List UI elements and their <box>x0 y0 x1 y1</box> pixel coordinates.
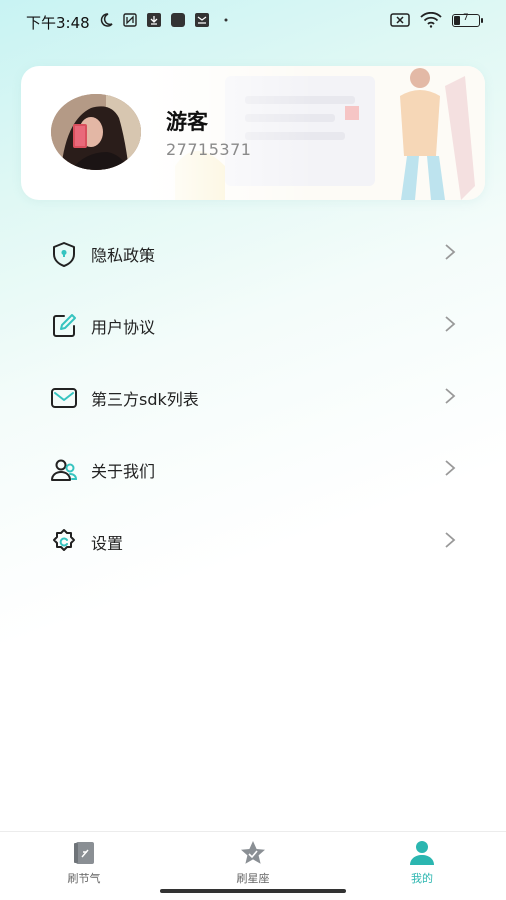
menu-label: 设置 <box>91 534 124 553</box>
nfc-icon <box>123 13 137 27</box>
tab-label: 刷星座 <box>236 872 270 885</box>
sim-off-icon <box>390 13 410 27</box>
menu-item-user-agreement[interactable]: 用户协议 <box>0 288 506 360</box>
edit-icon <box>53 314 76 337</box>
envelope-icon <box>51 388 77 408</box>
star-icon <box>241 841 265 864</box>
tab-mine[interactable]: 我的 <box>372 840 472 886</box>
home-indicator[interactable] <box>160 889 346 893</box>
moon-icon <box>100 13 113 27</box>
menu-label: 关于我们 <box>91 462 156 481</box>
tab-solar-terms[interactable]: 刷节气 <box>34 840 134 886</box>
wifi-icon <box>420 12 442 28</box>
username: 游客 <box>166 110 208 134</box>
download-icon <box>147 13 161 27</box>
shield-icon <box>53 242 75 267</box>
chevron-right-icon <box>445 532 456 548</box>
chevron-right-icon <box>445 388 456 404</box>
tab-constellation[interactable]: 刷星座 <box>203 840 303 886</box>
dot-icon <box>224 18 228 22</box>
chevron-right-icon <box>445 244 456 260</box>
menu-label: 第三方sdk列表 <box>91 390 199 409</box>
book-icon <box>74 842 94 864</box>
battery-icon: 7 <box>452 12 483 27</box>
chevron-right-icon <box>445 460 456 476</box>
person-icon <box>410 841 434 865</box>
status-time: 下午3:48 <box>26 14 90 32</box>
menu-label: 隐私政策 <box>91 246 156 265</box>
bottom-tab-bar: 刷节气 刷星座 我的 <box>0 831 506 900</box>
profile-card[interactable]: 游客 27715371 <box>21 66 485 200</box>
menu-item-about-us[interactable]: 关于我们 <box>0 432 506 504</box>
settings-icon <box>53 529 75 551</box>
app-icon <box>171 13 185 27</box>
battery-fill <box>454 15 460 25</box>
status-icons-right: 7 <box>390 12 483 28</box>
menu-item-third-party-sdk-list[interactable]: 第三方sdk列表 <box>0 360 506 432</box>
menu-item-privacy-policy[interactable]: 隐私政策 <box>0 216 506 288</box>
tab-label: 我的 <box>411 872 433 885</box>
users-icon <box>51 459 78 481</box>
chevron-right-icon <box>445 316 456 332</box>
menu-item-settings[interactable]: 设置 <box>0 504 506 576</box>
menu-label: 用户协议 <box>91 318 156 337</box>
battery-level: 7 <box>463 12 469 23</box>
avatar[interactable] <box>51 94 141 170</box>
settings-menu: 隐私政策 用户协议 第三方sdk列表 关于我们 设置 <box>0 216 506 576</box>
avatar-photo <box>51 94 141 170</box>
status-icons-left <box>98 12 234 28</box>
mail-icon <box>195 13 209 27</box>
tab-label: 刷节气 <box>67 872 101 885</box>
user-id: 27715371 <box>166 140 252 159</box>
status-bar: 下午3:48 7 <box>0 0 506 42</box>
